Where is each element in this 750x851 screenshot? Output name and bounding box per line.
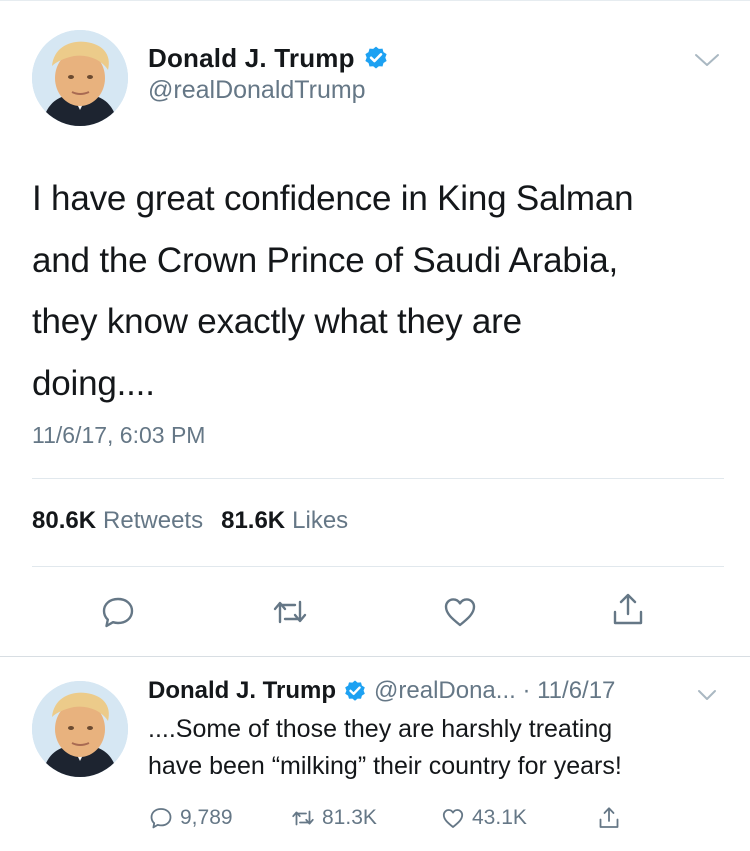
handle-and-date[interactable]: @realDona... · 11/6/17 (374, 677, 615, 705)
tweet-text-line: I have great confidence in King Salman (32, 179, 634, 218)
divider (32, 566, 724, 567)
likes-label[interactable]: Likes (292, 507, 348, 535)
reply-header: Donald J. Trump @realDona... · 11/6/17 (148, 675, 615, 707)
retweet-count: 81.3K (322, 806, 377, 829)
chevron-down-icon[interactable] (692, 50, 722, 70)
tweet-text: ....Some of those they are harshly treat… (148, 711, 728, 785)
retweets-label[interactable]: Retweets (103, 507, 203, 535)
divider (32, 478, 724, 479)
retweet-icon[interactable] (270, 592, 310, 632)
tweet-text-line: doing.... (32, 363, 155, 403)
tweet-text-line: and the Crown Prince of Saudi Arabia, (32, 240, 619, 280)
author-name[interactable]: Donald J. Trump (148, 43, 355, 74)
verified-badge-icon (363, 45, 389, 71)
reply-count: 9,789 (180, 806, 233, 829)
chevron-down-icon[interactable] (696, 688, 718, 702)
like-icon[interactable] (440, 592, 480, 632)
avatar-image (32, 30, 128, 126)
like-button[interactable]: 43.1K (440, 803, 527, 833)
tweet-text-line: they know exactly what they are (32, 302, 522, 341)
author-row: Donald J. Trump (148, 40, 389, 76)
avatar[interactable] (32, 30, 128, 126)
share-button[interactable] (596, 803, 622, 833)
tweet-text: I have great confidence in King Salman a… (32, 168, 722, 414)
reply-icon (148, 805, 174, 831)
retweet-button[interactable]: 81.3K (290, 803, 377, 833)
avatar-image (32, 681, 128, 777)
tweet-timestamp[interactable]: 11/6/17, 6:03 PM (32, 422, 205, 449)
likes-count[interactable]: 81.6K (221, 507, 285, 535)
like-count: 43.1K (472, 806, 527, 829)
share-icon[interactable] (608, 590, 648, 630)
reply-tweet[interactable]: Donald J. Trump @realDona... · 11/6/17 .… (0, 657, 750, 851)
like-icon (440, 805, 466, 831)
reply-button[interactable]: 9,789 (148, 803, 233, 833)
reply-icon[interactable] (98, 592, 138, 632)
author-name[interactable]: Donald J. Trump (148, 677, 336, 705)
tweet-text-line: ....Some of those they are harshly treat… (148, 715, 613, 743)
verified-badge-icon (343, 679, 367, 703)
engagement-stats: 80.6K Retweets 81.6K Likes (32, 507, 366, 539)
retweet-icon (290, 805, 316, 831)
main-tweet: Donald J. Trump @realDonaldTrump I have … (0, 0, 750, 657)
avatar[interactable] (32, 681, 128, 777)
tweet-text-line: have been “milking” their country for ye… (148, 752, 622, 780)
author-handle[interactable]: @realDonaldTrump (148, 76, 366, 105)
retweets-count[interactable]: 80.6K (32, 507, 96, 535)
reply-action-bar: 9,789 81.3K 43.1K (148, 803, 708, 833)
share-icon (596, 805, 622, 831)
